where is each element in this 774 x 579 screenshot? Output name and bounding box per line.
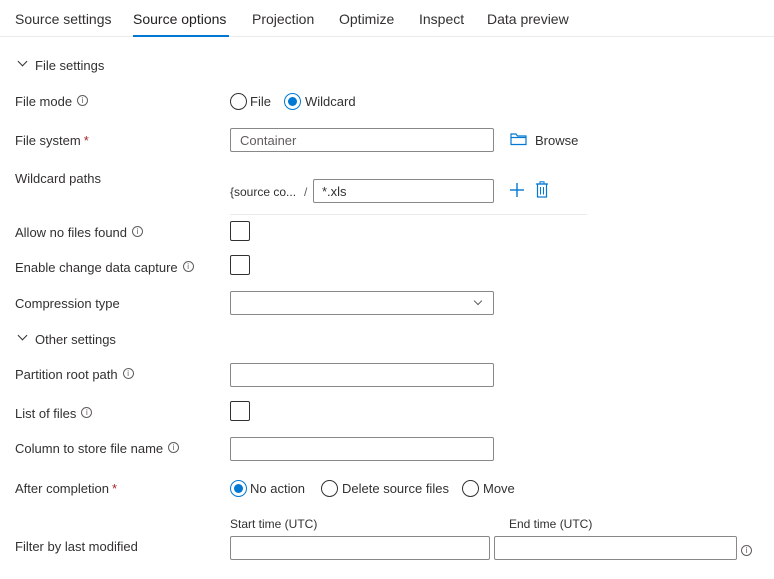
file-mode-label-text: File mode bbox=[15, 94, 73, 109]
plus-icon[interactable] bbox=[509, 182, 525, 198]
column-file-name-input[interactable] bbox=[230, 437, 494, 461]
required-mark: * bbox=[111, 481, 117, 496]
after-completion-delete-radio[interactable] bbox=[321, 480, 338, 497]
wildcard-prefix: {source co... bbox=[230, 185, 297, 199]
partition-root-path-label: Partition root path i bbox=[15, 367, 134, 382]
compression-type-select[interactable] bbox=[230, 291, 494, 315]
browse-label: Browse bbox=[535, 133, 579, 148]
allow-no-files-label: Allow no files found i bbox=[15, 225, 144, 240]
partition-root-path-label-text: Partition root path bbox=[15, 367, 118, 382]
file-mode-file-radio[interactable] bbox=[230, 93, 247, 110]
info-icon[interactable]: i bbox=[122, 368, 134, 379]
end-time-label: End time (UTC) bbox=[509, 517, 593, 531]
file-mode-label: File mode i bbox=[15, 94, 89, 109]
folder-icon bbox=[510, 133, 527, 146]
list-of-files-label-text: List of files bbox=[15, 406, 77, 421]
info-icon[interactable]: i bbox=[132, 226, 144, 237]
end-time-input[interactable] bbox=[494, 536, 737, 560]
required-mark: * bbox=[83, 133, 89, 148]
allow-no-files-checkbox[interactable] bbox=[230, 221, 250, 241]
start-time-input[interactable] bbox=[230, 536, 490, 560]
after-completion-label-text: After completion bbox=[15, 481, 109, 496]
enable-cdc-label-text: Enable change data capture bbox=[15, 260, 178, 275]
file-mode-wildcard-radio[interactable] bbox=[284, 93, 301, 110]
tab-inspect[interactable]: Inspect bbox=[419, 11, 464, 27]
list-of-files-checkbox[interactable] bbox=[230, 401, 250, 421]
after-completion-no-action-label[interactable]: No action bbox=[250, 481, 305, 496]
allow-no-files-label-text: Allow no files found bbox=[15, 225, 128, 240]
list-of-files-label: List of files i bbox=[15, 406, 93, 421]
wildcard-divider bbox=[230, 214, 587, 215]
other-settings-title: Other settings bbox=[35, 332, 116, 347]
file-mode-file-label[interactable]: File bbox=[250, 94, 271, 109]
file-system-input[interactable]: Container bbox=[230, 128, 494, 152]
partition-root-path-input[interactable] bbox=[230, 363, 494, 387]
wildcard-path-value: *.xls bbox=[322, 184, 347, 199]
column-file-name-label-text: Column to store file name bbox=[15, 441, 164, 456]
tab-projection[interactable]: Projection bbox=[252, 11, 314, 27]
info-icon[interactable]: i bbox=[81, 407, 93, 418]
tab-bar: Source settings Source options Projectio… bbox=[0, 0, 774, 37]
info-icon[interactable]: i bbox=[182, 261, 194, 272]
file-settings-title: File settings bbox=[35, 58, 105, 73]
after-completion-delete-label[interactable]: Delete source files bbox=[342, 481, 449, 496]
file-system-label: File system * bbox=[15, 133, 89, 148]
other-settings-toggle[interactable]: Other settings bbox=[15, 330, 130, 350]
wildcard-path-input[interactable]: *.xls bbox=[313, 179, 494, 203]
tab-source-options[interactable]: Source options bbox=[133, 11, 226, 27]
start-time-label: Start time (UTC) bbox=[230, 517, 318, 531]
enable-cdc-label: Enable change data capture i bbox=[15, 260, 194, 275]
trash-icon[interactable] bbox=[535, 181, 549, 198]
info-icon[interactable]: i bbox=[741, 545, 752, 556]
chevron-down-icon bbox=[17, 330, 28, 341]
after-completion-no-action-radio[interactable] bbox=[230, 480, 247, 497]
filter-last-modified-label: Filter by last modified bbox=[15, 539, 138, 554]
browse-button[interactable]: Browse bbox=[510, 131, 580, 149]
enable-cdc-checkbox[interactable] bbox=[230, 255, 250, 275]
after-completion-move-radio[interactable] bbox=[462, 480, 479, 497]
tab-data-preview[interactable]: Data preview bbox=[487, 11, 569, 27]
compression-type-label: Compression type bbox=[15, 296, 120, 311]
chevron-down-icon bbox=[17, 56, 28, 67]
path-separator: / bbox=[304, 185, 308, 199]
wildcard-paths-label: Wildcard paths bbox=[15, 171, 101, 186]
info-icon[interactable]: i bbox=[168, 442, 180, 453]
after-completion-move-label[interactable]: Move bbox=[483, 481, 515, 496]
chevron-down-icon bbox=[473, 296, 483, 306]
active-tab-indicator bbox=[133, 35, 229, 37]
info-icon[interactable]: i bbox=[77, 95, 89, 106]
file-mode-wildcard-label[interactable]: Wildcard bbox=[305, 94, 356, 109]
tab-optimize[interactable]: Optimize bbox=[339, 11, 394, 27]
after-completion-label: After completion * bbox=[15, 481, 117, 496]
file-system-label-text: File system bbox=[15, 133, 81, 148]
column-file-name-label: Column to store file name i bbox=[15, 441, 180, 456]
tab-source-settings[interactable]: Source settings bbox=[15, 11, 112, 27]
file-system-value: Container bbox=[240, 133, 297, 148]
file-settings-toggle[interactable]: File settings bbox=[15, 56, 125, 76]
